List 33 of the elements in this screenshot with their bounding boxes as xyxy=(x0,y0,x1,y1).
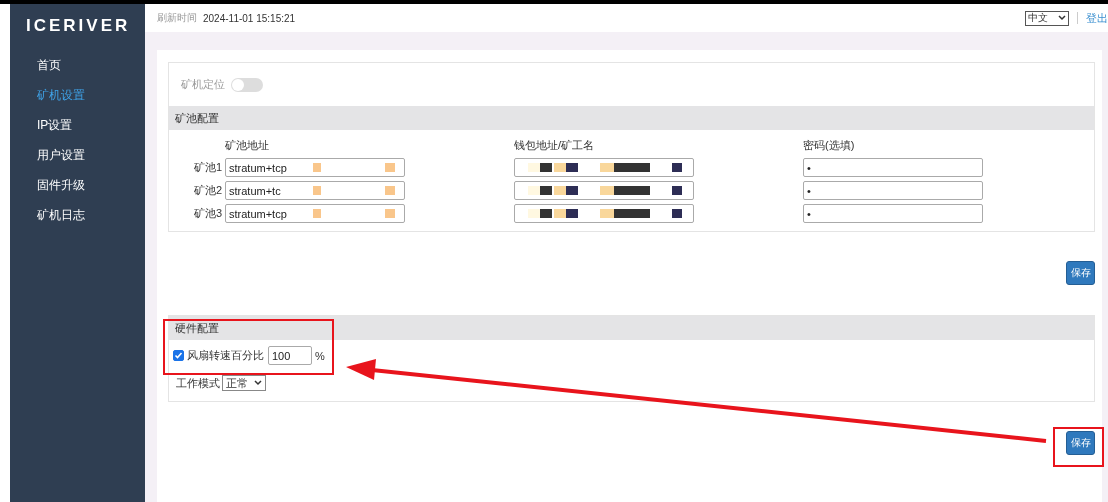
column-header: 矿池地址 xyxy=(225,138,270,153)
pool-label: 矿池2 xyxy=(192,183,223,198)
column-header: 密码(选填) xyxy=(803,138,856,153)
sidebar-item[interactable]: 用户设置 xyxy=(10,140,145,170)
column-header: 钱包地址/矿工名 xyxy=(514,138,596,153)
password-field[interactable]: • xyxy=(803,204,983,223)
sidebar-item[interactable]: IP设置 xyxy=(10,110,145,140)
work-mode-label: 工作模式 xyxy=(176,375,220,391)
pool-address-field[interactable]: stratum+tc xyxy=(225,181,405,200)
fan-speed-label: 风扇转速百分比 xyxy=(187,348,264,363)
refresh-time: 2024-11-01 15:15:21 xyxy=(203,12,296,24)
section-header: 矿池配置 xyxy=(169,106,1094,130)
sidebar-item[interactable]: 矿机设置 xyxy=(10,80,145,110)
sidebar-item[interactable]: 固件升级 xyxy=(10,170,145,200)
locate-label: 矿机定位 xyxy=(181,77,225,92)
pool-address-field[interactable]: stratum+tcp xyxy=(225,158,405,177)
save-button[interactable]: 保存 xyxy=(1066,431,1095,455)
pool-label: 矿池3 xyxy=(192,206,223,221)
password-field[interactable]: • xyxy=(803,158,983,177)
language-select[interactable]: 中文 xyxy=(1025,10,1069,26)
fan-speed-field[interactable]: 100 xyxy=(268,346,312,365)
section-header: 硬件配置 xyxy=(169,316,1094,340)
sidebar-item[interactable]: 矿机日志 xyxy=(10,200,145,230)
pool-label: 矿池1 xyxy=(192,160,223,175)
work-mode-select[interactable]: 正常 xyxy=(222,375,266,391)
pool-address-field[interactable]: stratum+tcp xyxy=(225,204,405,223)
logo: ICERIVER xyxy=(25,15,132,37)
logout-link[interactable]: 登出 xyxy=(1086,10,1108,26)
sidebar-item[interactable]: 首页 xyxy=(10,50,145,80)
refresh-label: 刷新时间 xyxy=(157,11,197,25)
password-field[interactable]: • xyxy=(803,181,983,200)
save-button[interactable]: 保存 xyxy=(1066,261,1095,285)
unit-label: % xyxy=(315,349,325,362)
